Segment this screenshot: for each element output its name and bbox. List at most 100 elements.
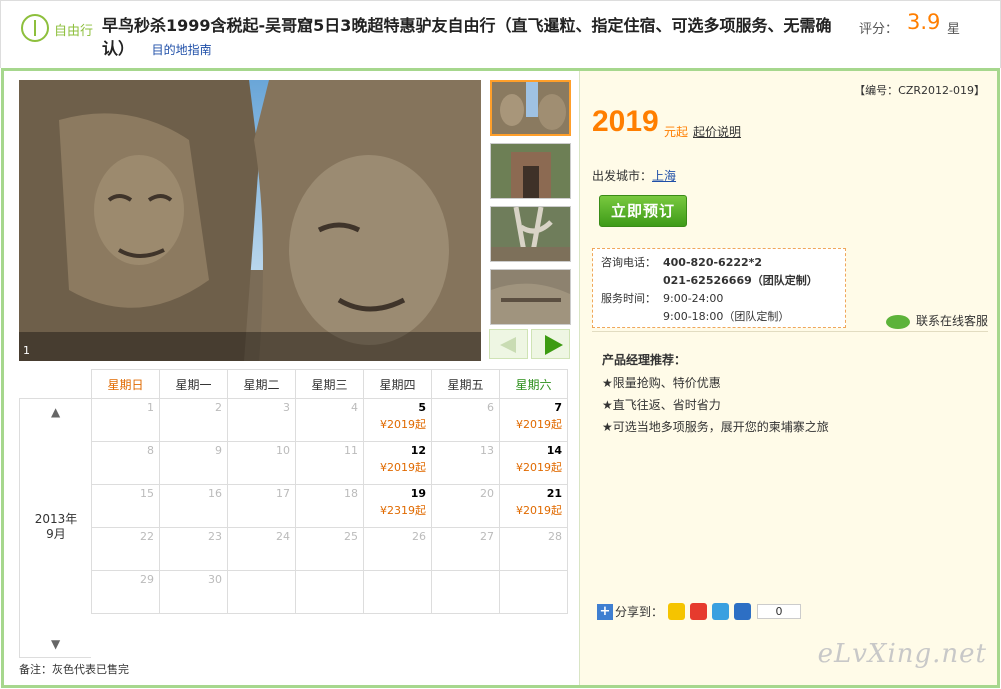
weekday-header: 星期三	[295, 369, 364, 399]
calendar-day-cell	[431, 570, 500, 614]
recommend-item: ★限量抢购、特价优惠	[602, 376, 721, 390]
day-price[interactable]: ¥2019起	[369, 459, 426, 475]
rating-unit: 星	[947, 22, 961, 37]
day-number: 25	[344, 530, 358, 543]
main-photo[interactable]: 1	[19, 80, 481, 361]
day-price[interactable]: ¥2019起	[505, 416, 562, 432]
renren-share-icon[interactable]	[734, 603, 752, 620]
page-header: 自由行 早鸟秒杀1999含税起-吴哥窟5日3晚超特惠驴友自由行（直飞暹粒、指定住…	[0, 0, 1001, 68]
photo-index: 1	[23, 344, 30, 357]
day-number: 27	[480, 530, 494, 543]
rating-label: 评分：	[859, 22, 899, 37]
calendar-day-cell: 2	[159, 398, 228, 442]
day-number: 18	[344, 487, 358, 500]
calendar-day-cell[interactable]: 14 ¥2019起	[499, 441, 568, 485]
day-price[interactable]: ¥2019起	[505, 459, 562, 475]
gallery-prev-button[interactable]	[489, 329, 528, 359]
calendar-day-cell[interactable]: 12 ¥2019起	[363, 441, 432, 485]
day-price[interactable]: ¥2319起	[369, 502, 426, 518]
day-number: 16	[208, 487, 222, 500]
day-number: 28	[548, 530, 562, 543]
calendar-day-cell: 20	[431, 484, 500, 528]
booking-panel: 【编号：CZR2012-019】 2019 元起 起价说明 出发城市：上海 立即…	[579, 71, 997, 685]
day-number: 12	[410, 444, 426, 457]
day-number: 29	[140, 573, 154, 586]
calendar-day-cell[interactable]: 5 ¥2019起	[363, 398, 432, 442]
departure-city-link[interactable]: 上海	[652, 169, 676, 183]
day-number: 23	[208, 530, 222, 543]
gallery-next-button[interactable]	[531, 329, 570, 359]
calendar-day-cell[interactable]: 19 ¥2319起	[363, 484, 432, 528]
calendar-day-cell: 6	[431, 398, 500, 442]
divider	[592, 331, 988, 332]
weekday-header: 星期二	[227, 369, 296, 399]
tencent-weibo-share-icon[interactable]	[712, 603, 730, 620]
day-number: 22	[140, 530, 154, 543]
calendar-month: 9月	[46, 527, 66, 541]
day-number: 3	[283, 401, 290, 414]
calendar-day-cell: 10	[227, 441, 296, 485]
calendar-day-cell[interactable]: 7 ¥2019起	[499, 398, 568, 442]
thumbnail-3[interactable]	[490, 206, 571, 262]
calendar-prev-month-icon[interactable]: ▲	[51, 405, 60, 419]
calendar-day-cell: 13	[431, 441, 500, 485]
hours-row-2: 9:00-18:00（团队定制）	[601, 308, 837, 326]
day-number: 24	[276, 530, 290, 543]
qzone-share-icon[interactable]	[668, 603, 686, 620]
calendar-day-cell	[295, 570, 364, 614]
day-number: 5	[418, 401, 426, 414]
weekday-header: 星期日	[91, 369, 160, 399]
calendar-day-cell: 4	[295, 398, 364, 442]
share-label: 分享到：	[615, 605, 664, 619]
calendar-day-cell: 29	[91, 570, 160, 614]
calendar-day-cell: 18	[295, 484, 364, 528]
calendar-note: 备注：灰色代表已售完	[19, 663, 129, 676]
thumbnail-4[interactable]	[490, 269, 571, 325]
day-number: 14	[546, 444, 562, 457]
calendar-day-cell[interactable]: 21 ¥2019起	[499, 484, 568, 528]
day-number: 20	[480, 487, 494, 500]
share-count: 0	[757, 604, 802, 619]
calendar-day-cell: 17	[227, 484, 296, 528]
calendar-day-cell: 27	[431, 527, 500, 571]
calendar-body: 1 2 3 4 5 ¥2019起 6 7 ¥2019起 8 9 10 11 12 ¥2019起 13 14 ¥20…	[91, 398, 568, 614]
hours-row-1: 服务时间： 9:00-24:00	[601, 290, 837, 308]
book-now-button[interactable]: 立即预订	[599, 195, 687, 227]
day-price[interactable]: ¥2019起	[505, 502, 562, 518]
hours-2: 9:00-18:00（团队定制）	[663, 310, 790, 323]
recommend-item: ★直飞往返、省时省力	[602, 398, 721, 412]
category-label: 自由行	[54, 24, 94, 39]
online-service-link[interactable]: 联系在线客服	[886, 312, 988, 329]
day-number: 2	[215, 401, 222, 414]
day-number: 9	[215, 444, 222, 457]
calendar-day-cell: 11	[295, 441, 364, 485]
thumbnail-2[interactable]	[490, 143, 571, 199]
thumbnail-1[interactable]	[490, 80, 571, 136]
departure-city: 出发城市：上海	[592, 167, 676, 184]
day-number: 13	[480, 444, 494, 457]
calendar-day-cell: 22	[91, 527, 160, 571]
day-number: 21	[546, 487, 562, 500]
destination-guide-link[interactable]: 目的地指南	[152, 43, 212, 57]
site-watermark: eLvXing.net	[817, 639, 987, 669]
day-number: 7	[554, 401, 562, 414]
online-service-label: 联系在线客服	[916, 314, 989, 328]
price-explanation-link[interactable]: 起价说明	[693, 123, 741, 140]
product-frame: 1 ▲ 2013年 9月 ▼ 星期日 星期一 星期二 星期三 星期四 星期五 星…	[1, 68, 1000, 688]
calendar-day-cell: 1	[91, 398, 160, 442]
recommend-item: ★可选当地多项服务，展开您的柬埔寨之旅	[602, 420, 829, 434]
phone-row-2: 021-62526669 （团队定制）	[601, 272, 837, 290]
weekday-header: 星期一	[159, 369, 228, 399]
calendar-day-cell: 25	[295, 527, 364, 571]
hours-1: 9:00-24:00	[663, 292, 724, 305]
day-number: 4	[351, 401, 358, 414]
weibo-share-icon[interactable]	[690, 603, 708, 620]
calendar-week-row: 15 16 17 18 19 ¥2319起 20 21 ¥2019起	[91, 484, 568, 528]
calendar-next-month-icon[interactable]: ▼	[51, 637, 60, 651]
day-price[interactable]: ¥2019起	[369, 416, 426, 432]
phone-2-note: （团队定制）	[751, 274, 818, 287]
calendar-day-cell: 28	[499, 527, 568, 571]
share-plus-icon[interactable]: +	[597, 603, 613, 620]
calendar-day-cell: 9	[159, 441, 228, 485]
calendar-month-label: 2013年 9月	[20, 512, 92, 542]
